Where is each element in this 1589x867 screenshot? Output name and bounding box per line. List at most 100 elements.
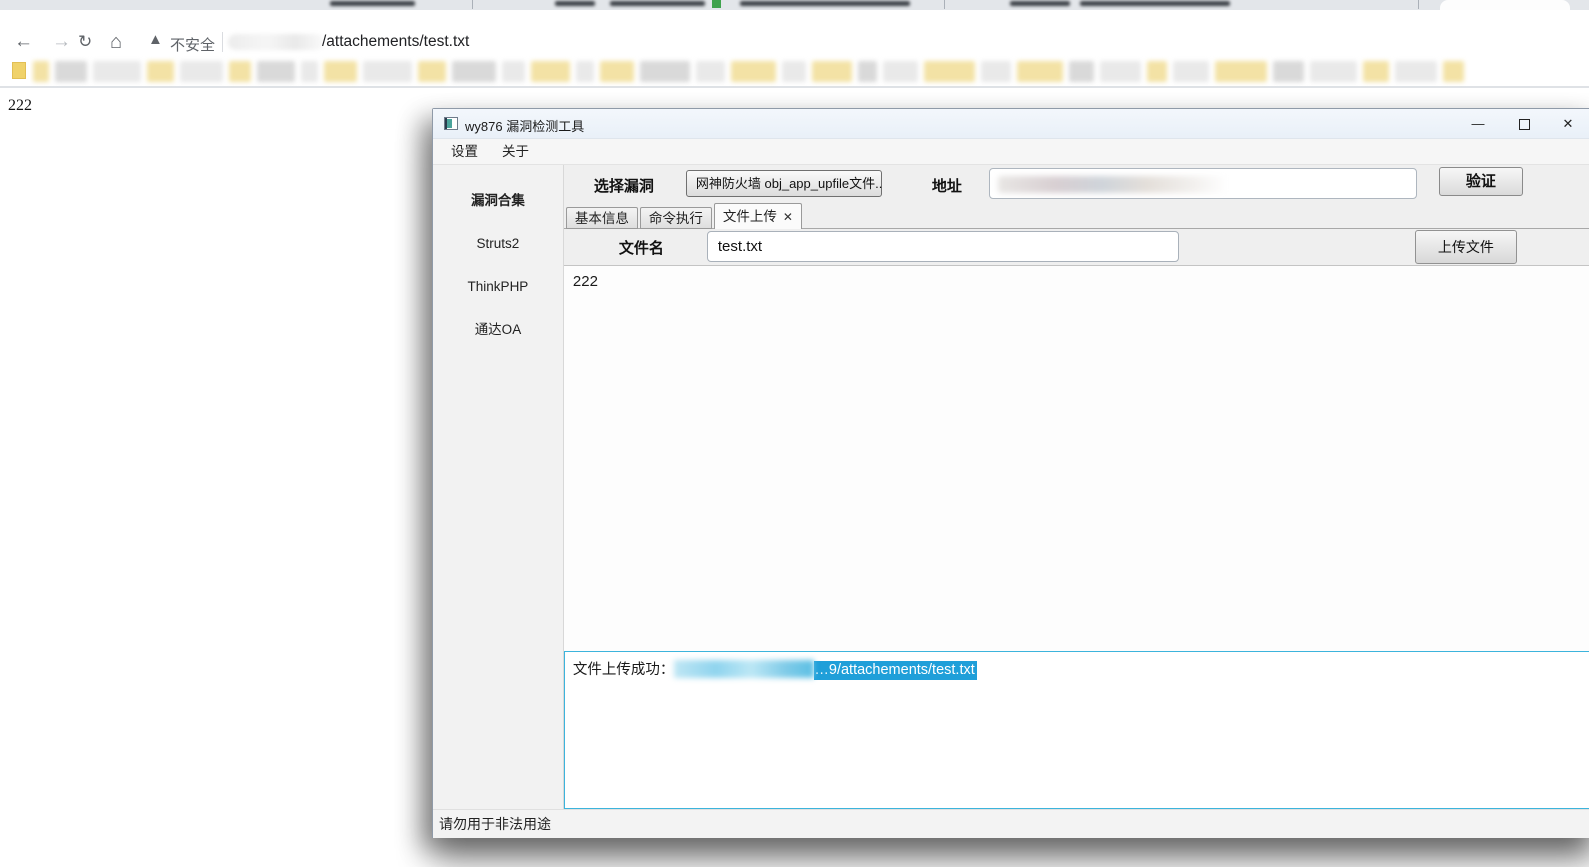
- blurred-tab-title: [610, 1, 705, 6]
- blurred-bookmark-item: [1395, 61, 1437, 82]
- blurred-bookmark-item: [696, 61, 725, 82]
- menu-about[interactable]: 关于: [490, 139, 541, 165]
- browser-tab[interactable]: [1440, 0, 1570, 10]
- blurred-bookmark-item: [640, 61, 690, 82]
- status-bar: 请勿用于非法用途: [433, 809, 1589, 838]
- blurred-tab-title: [1080, 1, 1230, 6]
- blurred-bookmark-item: [418, 61, 446, 82]
- sidebar-item-vuln-collection[interactable]: 漏洞合集: [471, 187, 525, 215]
- blurred-bookmark-item: [1017, 61, 1063, 82]
- blurred-bookmark-item: [981, 61, 1011, 82]
- tab-label: 文件上传: [723, 209, 777, 224]
- select-vuln-label: 选择漏洞: [594, 175, 654, 196]
- toolbar: 选择漏洞 网神防火墙 obj_app_upfile文件.. ▼ 地址 验证: [564, 165, 1589, 203]
- blurred-bookmark-item: [1310, 61, 1357, 82]
- blurred-bookmark-item: [33, 61, 49, 82]
- page-text: 222: [8, 97, 32, 115]
- payload-content-textarea[interactable]: 222: [564, 265, 1589, 651]
- forward-icon[interactable]: →: [52, 29, 71, 55]
- blurred-bookmark-item: [180, 61, 223, 82]
- maximize-button[interactable]: [1507, 109, 1541, 138]
- redacted-address-value: [998, 176, 1228, 193]
- close-button[interactable]: ✕: [1551, 109, 1585, 138]
- blurred-bookmark-item: [93, 61, 141, 82]
- back-icon[interactable]: ←: [14, 29, 33, 55]
- blurred-bookmark-item: [257, 61, 295, 82]
- tab-separator: [472, 0, 473, 9]
- filename-label: 文件名: [619, 237, 664, 258]
- blurred-bookmarks: [30, 55, 1580, 88]
- blurred-bookmark-item: [502, 61, 525, 82]
- blurred-bookmark-item: [731, 61, 776, 82]
- blurred-bookmark-item: [1273, 61, 1304, 82]
- home-icon[interactable]: ⌂: [110, 29, 122, 55]
- module-tabs: 基本信息 命令执行 文件上传 ✕: [564, 203, 1589, 229]
- tab-separator: [1418, 0, 1419, 9]
- menu-bar: 设置 关于: [433, 139, 1589, 165]
- blurred-bookmark-item: [301, 61, 318, 82]
- bookmark-folder-icon[interactable]: [12, 62, 26, 79]
- sidebar-item-tongda-oa[interactable]: 通达OA: [475, 316, 522, 344]
- upload-file-button[interactable]: 上传文件: [1415, 230, 1517, 264]
- address-label: 地址: [932, 175, 962, 196]
- blurred-bookmark-item: [452, 61, 496, 82]
- not-secure-warning-icon[interactable]: ▲: [148, 31, 163, 48]
- blurred-bookmark-item: [147, 61, 174, 82]
- target-address-input[interactable]: [989, 168, 1417, 199]
- app-window: wy876 漏洞检测工具 — ✕ 设置 关于 漏洞合集 Struts2 Thin…: [432, 108, 1589, 838]
- blurred-bookmark-item: [782, 61, 806, 82]
- blurred-bookmark-item: [531, 61, 570, 82]
- result-selected-url[interactable]: 9/attachements/test.txt: [814, 661, 976, 680]
- blurred-tab-title: [330, 1, 415, 6]
- bookmarks-bar[interactable]: [0, 55, 1589, 88]
- blurred-bookmark-item: [363, 61, 412, 82]
- window-title-bar[interactable]: wy876 漏洞检测工具 — ✕: [433, 109, 1589, 139]
- tab-basic-info[interactable]: 基本信息: [566, 207, 638, 229]
- result-output-textarea[interactable]: 文件上传成功： 9/attachements/test.txt: [564, 651, 1589, 809]
- sidebar: 漏洞合集 Struts2 ThinkPHP 通达OA: [433, 165, 564, 809]
- not-secure-label[interactable]: 不安全: [170, 34, 215, 55]
- blurred-bookmark-item: [600, 61, 634, 82]
- blurred-bookmark-item: [324, 61, 357, 82]
- sidebar-item-thinkphp[interactable]: ThinkPHP: [468, 273, 529, 301]
- refresh-icon[interactable]: ↻: [78, 29, 92, 55]
- blurred-bookmark-item: [883, 61, 918, 82]
- blurred-bookmark-item: [858, 61, 877, 82]
- blurred-tab-title: [1010, 1, 1070, 6]
- blurred-tab-title: [555, 1, 595, 6]
- window-title: wy876 漏洞检测工具: [465, 116, 584, 135]
- blurred-bookmark-item: [1363, 61, 1389, 82]
- redacted-result-url-host: [674, 660, 814, 678]
- redacted-url-host: [228, 34, 324, 50]
- minimize-button[interactable]: —: [1461, 109, 1495, 138]
- blurred-bookmark-item: [812, 61, 852, 82]
- tab-label: 基本信息: [575, 211, 629, 226]
- browser-address-bar: ← → ↻ ⌂ ▲ 不安全 /attachements/test.txt: [0, 10, 1589, 55]
- blurred-bookmark-item: [1443, 61, 1464, 82]
- tab-file-upload[interactable]: 文件上传 ✕: [714, 203, 802, 229]
- app-icon: [444, 117, 458, 130]
- result-prefix: 文件上传成功：: [573, 662, 675, 678]
- tab-label: 命令执行: [649, 211, 703, 226]
- vulnerability-dropdown[interactable]: 网神防火墙 obj_app_upfile文件.. ▼: [686, 170, 882, 197]
- verify-button[interactable]: 验证: [1439, 167, 1523, 196]
- menu-settings[interactable]: 设置: [439, 139, 490, 165]
- tab-close-icon[interactable]: ✕: [783, 210, 793, 224]
- blurred-bookmark-item: [1147, 61, 1167, 82]
- blurred-bookmark-item: [1100, 61, 1141, 82]
- blurred-bookmark-item: [1069, 61, 1094, 82]
- url-text[interactable]: /attachements/test.txt: [322, 33, 469, 51]
- vulnerability-dropdown-value: 网神防火墙 obj_app_upfile文件..: [696, 176, 882, 191]
- blurred-bookmark-item: [924, 61, 975, 82]
- blurred-bookmark-item: [1215, 61, 1267, 82]
- sidebar-item-struts2[interactable]: Struts2: [477, 230, 520, 258]
- tab-favicon: [712, 0, 721, 8]
- browser-tab-strip[interactable]: [0, 0, 1589, 10]
- blurred-bookmark-item: [229, 61, 251, 82]
- filename-input[interactable]: [707, 231, 1179, 262]
- blurred-tab-title: [740, 1, 910, 6]
- filename-row: 文件名 上传文件: [564, 229, 1589, 265]
- blurred-bookmark-item: [55, 61, 87, 82]
- blurred-bookmark-item: [1173, 61, 1209, 82]
- tab-command-exec[interactable]: 命令执行: [640, 207, 712, 229]
